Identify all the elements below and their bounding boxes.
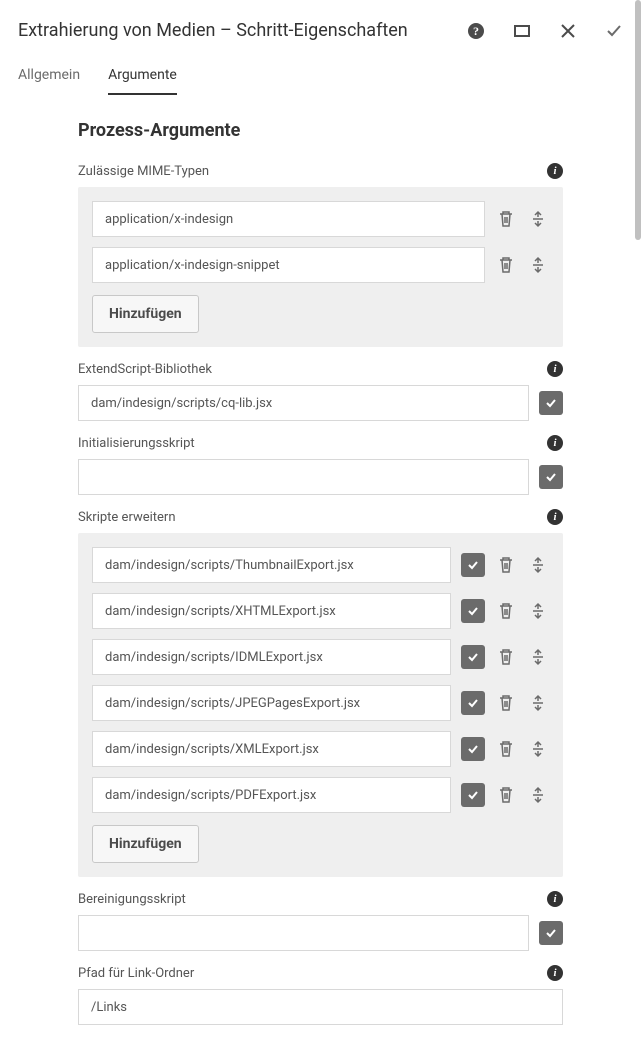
cleanup-input[interactable] <box>78 915 529 951</box>
info-icon[interactable]: i <box>547 965 563 981</box>
reorder-icon[interactable] <box>527 646 549 668</box>
checkbox-icon[interactable] <box>461 691 485 715</box>
script-input[interactable] <box>92 731 451 767</box>
cleanup-label: Bereinigungsskript <box>78 892 186 907</box>
mime-label: Zulässige MIME-Typen <box>78 164 209 179</box>
content-area: Prozess-Argumente Zulässige MIME-Typen i… <box>0 96 641 1025</box>
checkbox-icon[interactable] <box>539 391 563 415</box>
extendscript-input[interactable] <box>78 385 529 421</box>
reorder-icon[interactable] <box>527 208 549 230</box>
extend-scripts-panel: Hinzufügen <box>78 533 563 877</box>
init-label: Initialisierungsskript <box>78 436 195 451</box>
link-folder-label: Pfad für Link-Ordner <box>78 966 194 981</box>
script-input[interactable] <box>92 547 451 583</box>
list-item <box>92 639 549 675</box>
mime-panel: Hinzufügen <box>78 187 563 347</box>
script-input[interactable] <box>92 777 451 813</box>
help-icon[interactable]: ? <box>467 22 485 40</box>
reorder-icon[interactable] <box>527 692 549 714</box>
tab-general[interactable]: Allgemein <box>18 57 80 95</box>
header-actions: ? <box>467 22 623 40</box>
script-input[interactable] <box>92 639 451 675</box>
svg-text:?: ? <box>473 24 479 38</box>
list-item <box>92 201 549 237</box>
dialog-header: Extrahierung von Medien – Schritt-Eigens… <box>0 0 641 57</box>
list-item <box>92 593 549 629</box>
list-item <box>92 685 549 721</box>
scrollbar[interactable] <box>635 0 641 240</box>
link-folder-input[interactable] <box>78 989 563 1025</box>
list-item <box>92 731 549 767</box>
info-icon[interactable]: i <box>547 891 563 907</box>
script-input[interactable] <box>92 685 451 721</box>
extendscript-label: ExtendScript-Bibliothek <box>78 362 212 377</box>
confirm-icon[interactable] <box>605 22 623 40</box>
mime-input[interactable] <box>92 247 485 283</box>
reorder-icon[interactable] <box>527 254 549 276</box>
info-icon[interactable]: i <box>547 435 563 451</box>
checkbox-icon[interactable] <box>539 465 563 489</box>
reorder-icon[interactable] <box>527 738 549 760</box>
script-input[interactable] <box>92 593 451 629</box>
delete-icon[interactable] <box>495 208 517 230</box>
reorder-icon[interactable] <box>527 784 549 806</box>
checkbox-icon[interactable] <box>461 645 485 669</box>
checkbox-icon[interactable] <box>539 921 563 945</box>
reorder-icon[interactable] <box>527 554 549 576</box>
extend-scripts-label: Skripte erweitern <box>78 510 176 525</box>
tab-bar: Allgemein Argumente <box>0 57 641 96</box>
init-input[interactable] <box>78 459 529 495</box>
delete-icon[interactable] <box>495 784 517 806</box>
close-icon[interactable] <box>559 22 577 40</box>
list-item <box>92 247 549 283</box>
mime-input[interactable] <box>92 201 485 237</box>
fullscreen-icon[interactable] <box>513 22 531 40</box>
delete-icon[interactable] <box>495 254 517 276</box>
add-button[interactable]: Hinzufügen <box>92 825 199 863</box>
delete-icon[interactable] <box>495 554 517 576</box>
checkbox-icon[interactable] <box>461 737 485 761</box>
info-icon[interactable]: i <box>547 509 563 525</box>
tab-arguments[interactable]: Argumente <box>108 57 177 95</box>
delete-icon[interactable] <box>495 692 517 714</box>
add-button[interactable]: Hinzufügen <box>92 295 199 333</box>
info-icon[interactable]: i <box>547 361 563 377</box>
delete-icon[interactable] <box>495 646 517 668</box>
checkbox-icon[interactable] <box>461 553 485 577</box>
dialog-title: Extrahierung von Medien – Schritt-Eigens… <box>18 20 467 41</box>
section-title: Prozess-Argumente <box>78 120 563 141</box>
delete-icon[interactable] <box>495 738 517 760</box>
reorder-icon[interactable] <box>527 600 549 622</box>
checkbox-icon[interactable] <box>461 783 485 807</box>
delete-icon[interactable] <box>495 600 517 622</box>
list-item <box>92 547 549 583</box>
info-icon[interactable]: i <box>547 163 563 179</box>
list-item <box>92 777 549 813</box>
checkbox-icon[interactable] <box>461 599 485 623</box>
